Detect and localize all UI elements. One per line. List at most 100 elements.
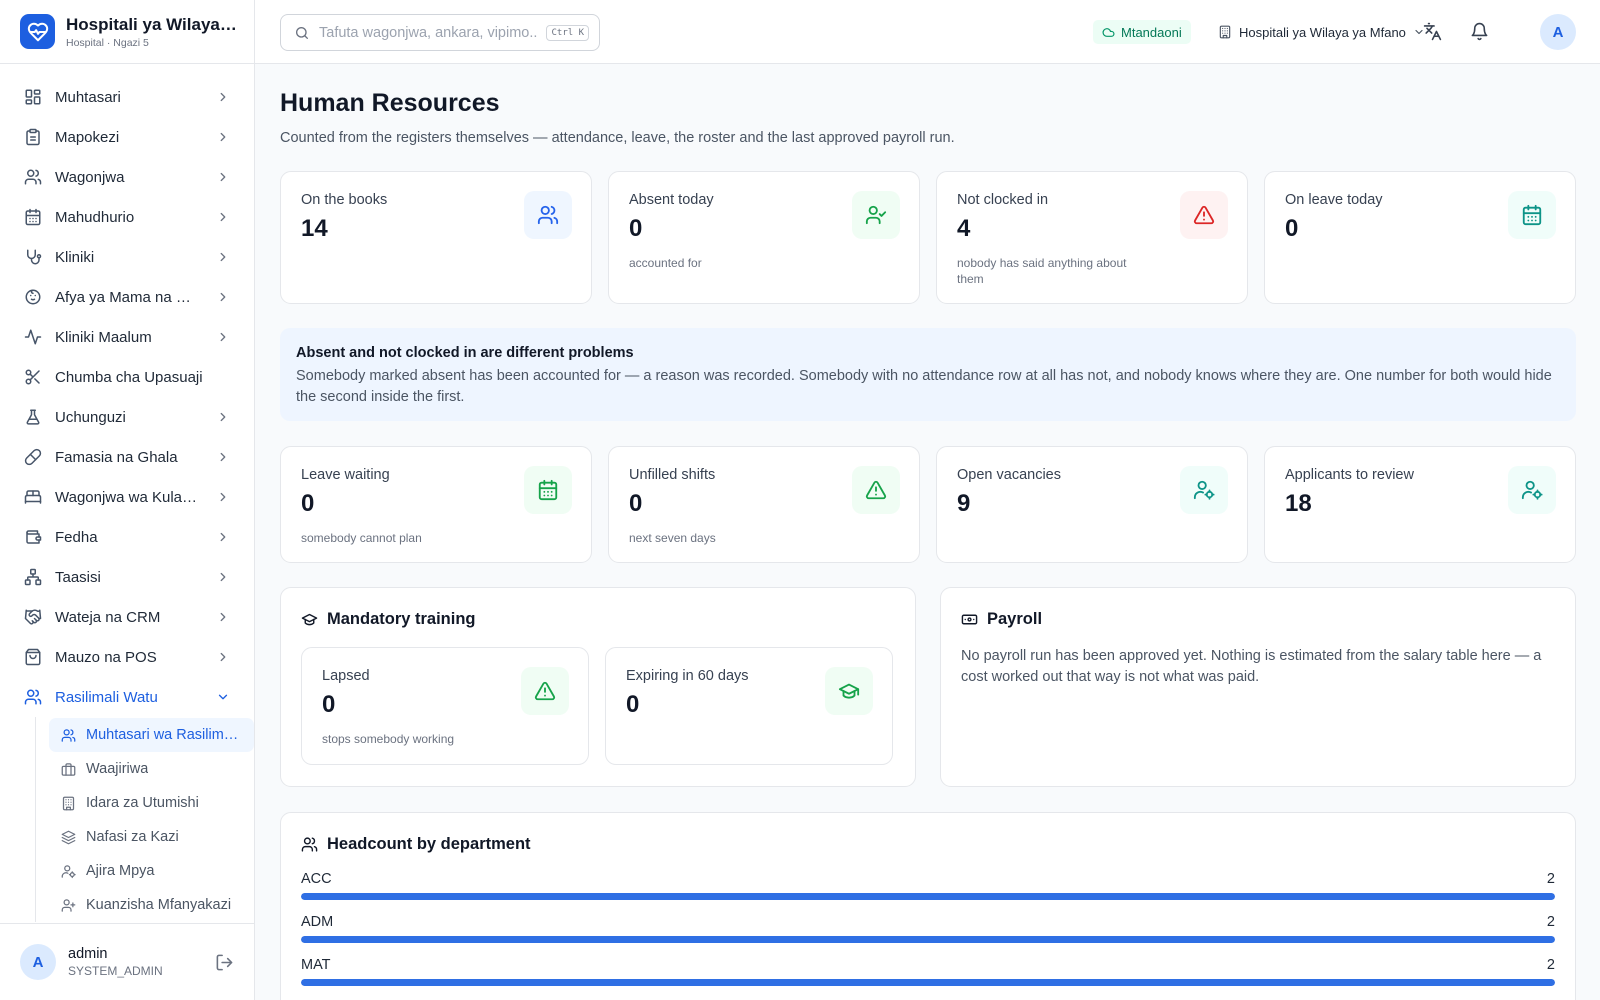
- sidebar-item-uchunguzi[interactable]: Uchunguzi: [0, 397, 254, 437]
- sidebar-item-wateja-na-crm[interactable]: Wateja na CRM: [0, 597, 254, 637]
- department-bar-fill: [301, 979, 1555, 987]
- brand-name: Hospitali ya Wilaya ya Mfano: [66, 14, 238, 34]
- users-icon: [301, 836, 318, 853]
- subnav-item-waajiriwa[interactable]: Waajiriwa: [49, 752, 254, 786]
- chevron-right-icon: [216, 130, 230, 144]
- stat-card: Leave waiting 0 somebody cannot plan: [280, 446, 592, 564]
- department-bar-fill: [301, 936, 1555, 944]
- payroll-title: Payroll: [987, 610, 1043, 629]
- sidebar-item-taasisi[interactable]: Taasisi: [0, 557, 254, 597]
- sidebar-item-wagonjwa[interactable]: Wagonjwa: [0, 157, 254, 197]
- sidebar-item-label: Kliniki Maalum: [55, 328, 152, 346]
- stat-card: On leave today 0: [1264, 171, 1576, 304]
- sidebar-item-label: Mahudhurio: [55, 208, 135, 226]
- department-name: ADM: [301, 914, 334, 931]
- subnav-item-label: Waajiriwa: [86, 761, 149, 777]
- calendar-icon: [524, 466, 572, 515]
- chevron-right-icon: [216, 90, 230, 104]
- graduation-cap-icon: [825, 667, 873, 716]
- clipboard-icon: [24, 128, 42, 146]
- chevron-right-icon: [216, 330, 230, 344]
- baby-icon: [24, 288, 42, 306]
- search-input[interactable]: [319, 24, 538, 41]
- department-count: 2: [1546, 957, 1555, 974]
- sidebar-item-mahudhurio[interactable]: Mahudhurio: [0, 197, 254, 237]
- subnav-item-ajira-mpya[interactable]: Ajira Mpya: [49, 854, 254, 888]
- chevron-right-icon: [216, 210, 230, 224]
- subnav-item-label: Nafasi za Kazi: [86, 829, 179, 845]
- shopping-bag-icon: [24, 648, 42, 666]
- training-cards: Lapsed 0 stops somebody working Expiring in…: [301, 647, 895, 766]
- stat-note: nobody has said anything about them: [957, 256, 1127, 287]
- banknote-icon: [961, 611, 978, 628]
- stat-note: stops somebody working: [322, 732, 455, 747]
- shortcut-hint: Ctrl K: [546, 24, 589, 41]
- department-line: ADM 2: [301, 914, 1555, 930]
- sidebar-item-label: Muhtasari: [55, 88, 121, 106]
- user-plus-icon: [61, 898, 76, 913]
- sidebar-item-kliniki-maalum[interactable]: Kliniki Maalum: [0, 317, 254, 357]
- department-bar-track: [301, 893, 1555, 901]
- brand-header[interactable]: Hospitali ya Wilaya ya Mfano Hospital · …: [0, 0, 254, 64]
- subnav-item-muhtasari-wa-rasilimali-watu[interactable]: Muhtasari wa Rasilimali Watu: [49, 718, 254, 752]
- sidebar-item-wagonjwa-wa-kulazwa[interactable]: Wagonjwa wa Kulazwa: [0, 477, 254, 517]
- chevron-right-icon: [216, 250, 230, 264]
- chevron-right-icon: [216, 530, 230, 544]
- graduation-cap-icon: [301, 611, 318, 628]
- department-bar-fill: [301, 893, 1555, 901]
- department-row: MAT 2: [301, 957, 1555, 987]
- payroll-panel: Payroll No payroll run has been approved…: [940, 587, 1576, 788]
- stat-note: accounted for: [629, 256, 702, 270]
- sidebar-item-mauzo-na-pos[interactable]: Mauzo na POS: [0, 637, 254, 677]
- sidebar-item-mapokezi[interactable]: Mapokezi: [0, 117, 254, 157]
- cloud-icon: [1102, 26, 1115, 39]
- translate-icon[interactable]: [1423, 22, 1442, 41]
- subnav-item-idara-za-utumishi[interactable]: Idara za Utumishi: [49, 786, 254, 820]
- sidebar-item-label: Famasia na Ghala: [55, 448, 178, 466]
- bed-icon: [24, 488, 42, 506]
- bell-icon[interactable]: [1470, 22, 1489, 41]
- sidebar-item-chumba-cha-upasuaji[interactable]: Chumba cha Upasuaji: [0, 357, 254, 397]
- user-name: admin: [68, 946, 108, 962]
- online-status-badge: Mtandaoni: [1093, 20, 1191, 44]
- facility-selector[interactable]: Hospitali ya Wilaya ya Mfano: [1218, 20, 1425, 44]
- info-title: Absent and not clocked in are different …: [296, 345, 634, 361]
- sidebar-item-fedha[interactable]: Fedha: [0, 517, 254, 557]
- department-row: ACC 2: [301, 871, 1555, 901]
- main-content: Human Resources Counted from the registe…: [280, 64, 1576, 1000]
- account-avatar[interactable]: A: [1540, 14, 1576, 50]
- layers-icon: [61, 830, 76, 845]
- users-icon: [24, 168, 42, 186]
- dashboard-icon: [24, 88, 42, 106]
- search-box[interactable]: Ctrl K: [280, 14, 600, 51]
- page-title: Human Resources: [280, 89, 500, 117]
- info-callout: Absent and not clocked in are different …: [280, 328, 1576, 422]
- pill-icon: [24, 448, 42, 466]
- stat-card: On the books 14: [280, 171, 592, 304]
- subnav-item-kuanzisha-mfanyakazi[interactable]: Kuanzisha Mfanyakazi: [49, 888, 254, 922]
- department-count: 2: [1546, 914, 1555, 931]
- department-line: MAT 2: [301, 957, 1555, 973]
- users-icon: [24, 688, 42, 706]
- sidebar-item-label: Kliniki: [55, 248, 95, 266]
- stat-card: Absent today 0 accounted for: [608, 171, 920, 304]
- sidebar-item-label: Wagonjwa wa Kulazwa: [55, 488, 203, 506]
- headcount-title: Headcount by department: [327, 835, 531, 854]
- scissors-icon: [24, 368, 42, 386]
- subnav-item-nafasi-za-kazi[interactable]: Nafasi za Kazi: [49, 820, 254, 854]
- sidebar-item-rasilimali-watu[interactable]: Rasilimali Watu: [0, 677, 254, 717]
- department-row: ADM 2: [301, 914, 1555, 944]
- sidebar-item-afya-ya-mama-na-mtoto[interactable]: Afya ya Mama na Mtoto: [0, 277, 254, 317]
- department-name: MAT: [301, 957, 331, 974]
- avatar[interactable]: A: [20, 944, 56, 980]
- network-icon: [24, 568, 42, 586]
- stat-card: Applicants to review 18: [1264, 446, 1576, 564]
- stat-note: next seven days: [629, 531, 716, 546]
- sidebar-item-kliniki[interactable]: Kliniki: [0, 237, 254, 277]
- handshake-icon: [24, 608, 42, 626]
- sidebar-item-muhtasari[interactable]: Muhtasari: [0, 77, 254, 117]
- logout-icon[interactable]: [215, 953, 234, 972]
- sidebar-item-famasia-na-ghala[interactable]: Famasia na Ghala: [0, 437, 254, 477]
- topbar: Ctrl K Mtandaoni Hospitali ya Wilaya ya …: [255, 0, 1600, 64]
- stat-card: Not clocked in 4 nobody has said anything …: [936, 171, 1248, 304]
